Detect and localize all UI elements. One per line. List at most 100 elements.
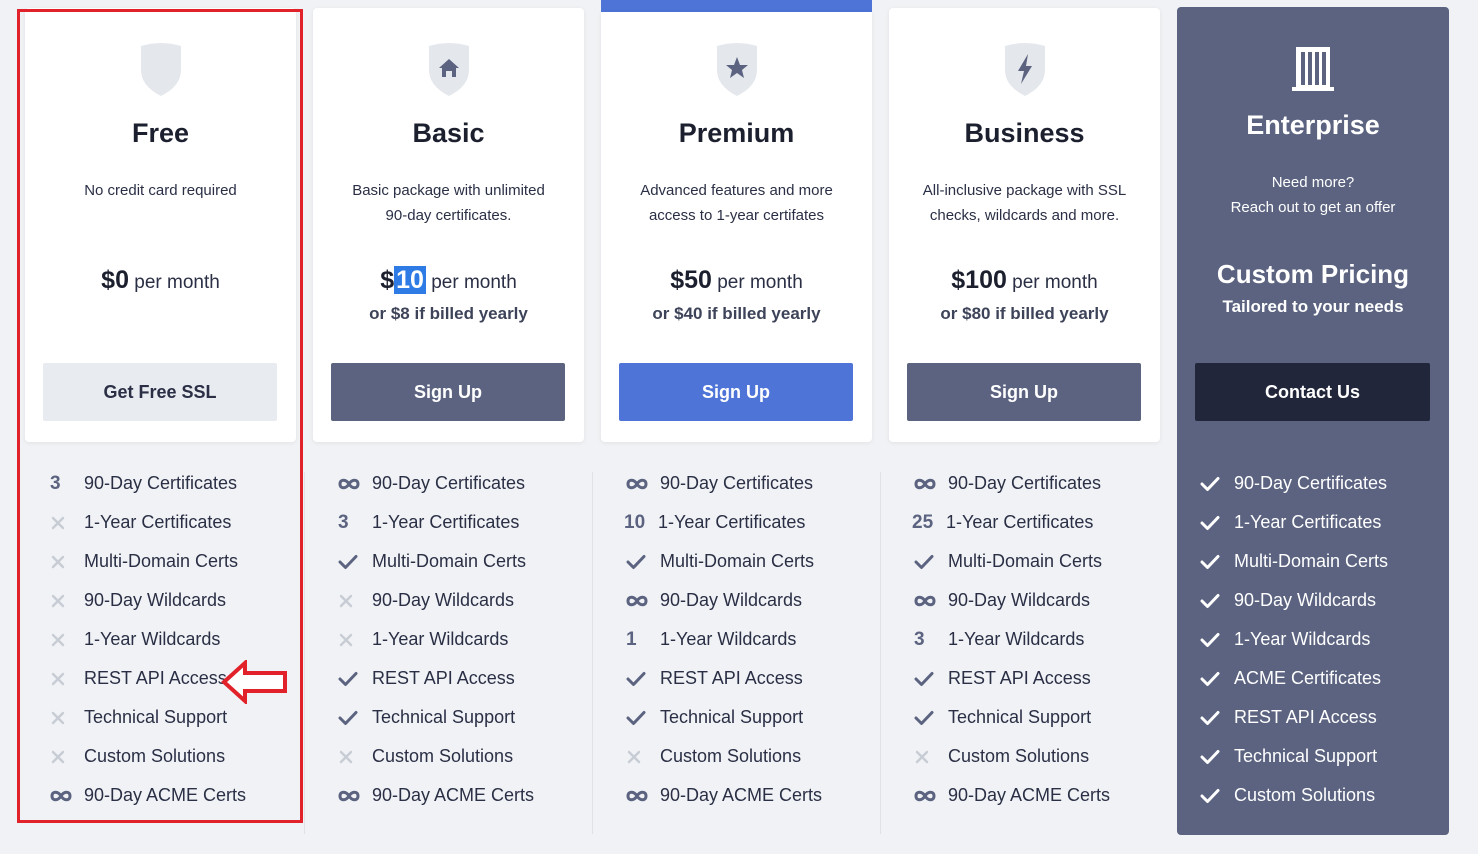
check-icon — [1200, 476, 1234, 492]
price-amount: $10 — [380, 266, 426, 294]
feature-item: 90-Day Wildcards — [914, 581, 1110, 620]
contact-us-button[interactable]: Contact Us — [1195, 363, 1430, 421]
feature-item: 90-Day ACME Certs — [626, 776, 822, 815]
cross-icon — [338, 632, 372, 648]
check-icon — [338, 554, 372, 570]
column-divider — [880, 472, 881, 834]
feature-item: 90-Day Wildcards — [626, 581, 822, 620]
plan-card-free: Free No credit card required $0 per mont… — [25, 8, 296, 442]
check-icon — [626, 710, 660, 726]
cross-icon — [914, 749, 948, 765]
feature-item: Technical Support — [50, 698, 246, 737]
feature-label: 1-Year Wildcards — [84, 629, 221, 649]
feature-label: Multi-Domain Certs — [660, 551, 815, 571]
plan-description: No credit card required — [45, 178, 276, 203]
plan-name: Enterprise — [1246, 110, 1380, 140]
feature-label: 90-Day Certificates — [372, 473, 526, 493]
feature-item: 1-Year Wildcards — [50, 620, 246, 659]
feature-label: 90-Day Wildcards — [1234, 590, 1377, 610]
check-icon — [1200, 671, 1234, 687]
feature-list-premium: 90-Day Certificates 10 1-Year Certificates… — [624, 464, 822, 815]
feature-item: 90-Day Certificates — [914, 464, 1110, 503]
infinity-icon — [338, 790, 372, 802]
sign-up-button-basic[interactable]: Sign Up — [331, 363, 565, 421]
feature-item: 1-Year Wildcards — [1200, 620, 1388, 659]
feature-item: 1 1-Year Wildcards — [626, 620, 822, 659]
feature-item: ACME Certificates — [1200, 659, 1388, 698]
feature-count: 3 — [914, 628, 925, 650]
sign-up-button-premium[interactable]: Sign Up — [619, 363, 853, 421]
price-period: per month — [431, 272, 517, 293]
infinity-icon — [914, 595, 948, 607]
price-amount: $0 — [101, 266, 129, 294]
feature-label: 1-Year Certificates — [372, 512, 520, 532]
feature-label: Custom Solutions — [660, 746, 802, 766]
feature-label: 90-Day Certificates — [948, 473, 1102, 493]
plan-description: All-inclusive package with SSL checks, w… — [909, 178, 1140, 228]
feature-item: Multi-Domain Certs — [50, 542, 246, 581]
feature-item: 1-Year Certificates — [1200, 503, 1388, 542]
plan-description-line: Reach out to get an offer — [1230, 199, 1396, 216]
feature-label: 1-Year Certificates — [1234, 512, 1382, 532]
price-amount: $100 — [951, 266, 1007, 294]
plan-card-business: Business All-inclusive package with SSL … — [889, 8, 1160, 442]
cross-icon — [50, 554, 84, 570]
feature-item: 1-Year Certificates — [50, 503, 246, 542]
plan-name: Business — [964, 118, 1085, 148]
plan-description-line: Advanced features and more — [640, 182, 833, 199]
feature-label: REST API Access — [660, 668, 803, 688]
feature-label: Custom Solutions — [1234, 785, 1376, 805]
feature-label: Technical Support — [660, 707, 804, 727]
feature-item: Multi-Domain Certs — [914, 542, 1110, 581]
feature-list-enterprise: 90-Day Certificates 1-Year Certificates Mu… — [1200, 464, 1388, 815]
feature-label: 1-Year Certificates — [658, 512, 806, 532]
feature-item: 90-Day Certificates — [1200, 464, 1388, 503]
building-icon — [1292, 47, 1334, 91]
plan-card-enterprise: Enterprise Need more? Reach out to get a… — [1177, 7, 1449, 835]
shield-home-icon — [428, 43, 469, 96]
get-free-ssl-button[interactable]: Get Free SSL — [43, 363, 277, 421]
feature-item: 1-Year Wildcards — [338, 620, 534, 659]
plan-description: Need more? Reach out to get an offer — [1197, 170, 1429, 220]
column-divider — [592, 472, 593, 834]
feature-item: Custom Solutions — [50, 737, 246, 776]
feature-label: Technical Support — [372, 707, 516, 727]
feature-label: 90-Day Certificates — [84, 473, 238, 493]
feature-label: Custom Solutions — [84, 746, 226, 766]
plan-description-line: Need more? — [1271, 174, 1355, 191]
custom-pricing-title: Custom Pricing — [1216, 259, 1410, 289]
feature-item: 25 1-Year Certificates — [912, 503, 1110, 542]
plan-description-line: Basic package with unlimited — [352, 182, 545, 199]
yearly-price: or $8 if billed yearly — [369, 304, 528, 323]
price: $100 per month — [889, 266, 1160, 295]
price: $10 per month — [313, 266, 584, 295]
cross-icon — [338, 749, 372, 765]
arrow-left-icon — [221, 660, 287, 704]
feature-label: Technical Support — [1234, 746, 1378, 766]
infinity-icon — [626, 790, 660, 802]
feature-item: 3 1-Year Wildcards — [914, 620, 1110, 659]
check-icon — [338, 710, 372, 726]
feature-item: 90-Day ACME Certs — [914, 776, 1110, 815]
check-icon — [1200, 515, 1234, 531]
feature-label: 90-Day ACME Certs — [84, 785, 247, 805]
check-icon — [1200, 554, 1234, 570]
check-icon — [626, 554, 660, 570]
feature-item: 90-Day ACME Certs — [338, 776, 534, 815]
sign-up-button-business[interactable]: Sign Up — [907, 363, 1141, 421]
feature-item: 90-Day Wildcards — [338, 581, 534, 620]
feature-item: Custom Solutions — [338, 737, 534, 776]
price-period: per month — [717, 272, 803, 293]
feature-label: 1-Year Certificates — [84, 512, 232, 532]
check-icon — [914, 554, 948, 570]
feature-item: 90-Day Certificates — [626, 464, 822, 503]
feature-item: 3 90-Day Certificates — [50, 464, 246, 503]
plan-description-line: 90-day certificates. — [385, 207, 512, 224]
infinity-icon — [914, 790, 948, 802]
plan-description-line: access to 1-year certifates — [648, 207, 825, 224]
feature-label: Technical Support — [84, 707, 228, 727]
plan-name: Basic — [412, 118, 485, 148]
feature-list-basic: 90-Day Certificates 3 1-Year Certificates M… — [338, 464, 534, 815]
check-icon — [914, 710, 948, 726]
price: $0 per month — [25, 266, 296, 295]
